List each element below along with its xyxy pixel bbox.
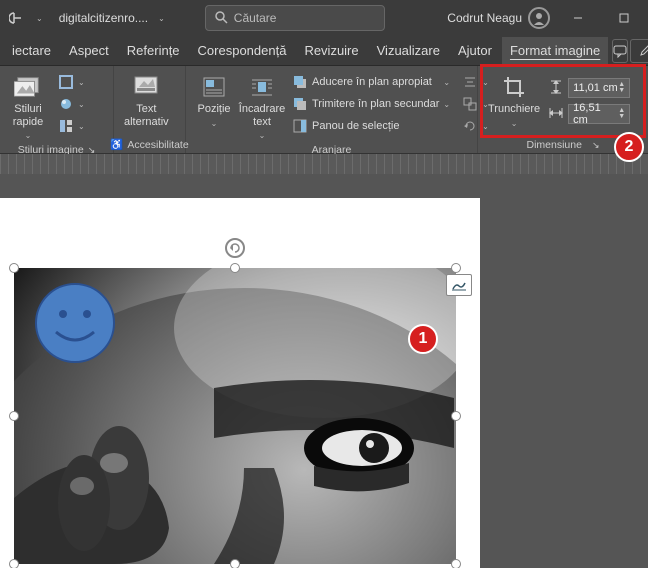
- back-icon[interactable]: [6, 8, 26, 28]
- resize-handle-s[interactable]: [230, 559, 240, 568]
- resize-handle-nw[interactable]: [9, 263, 19, 273]
- tab-corespondenta[interactable]: Corespondență: [190, 37, 295, 64]
- tab-format-imagine[interactable]: Format imagine: [502, 37, 608, 64]
- height-icon: [548, 79, 564, 98]
- wrap-text-button[interactable]: Încadrare text ⌄: [240, 72, 284, 142]
- search-input[interactable]: Căutare: [205, 5, 385, 31]
- dimension-group-label: Dimensiune: [527, 139, 582, 151]
- width-icon: [548, 105, 564, 124]
- spinner-down-icon[interactable]: ▼: [618, 88, 625, 94]
- selection-pane-button[interactable]: Panou de selecție: [288, 116, 454, 136]
- tab-proiectare[interactable]: iectare: [4, 37, 59, 64]
- send-backward-button[interactable]: Trimitere în plan secundar⌄: [288, 94, 454, 114]
- position-icon: [200, 74, 228, 100]
- ribbon: Stiluri rapide ⌄ ⌄ ⌄ ⌄ Stiluri imagine↘ …: [0, 66, 648, 154]
- tab-vizualizare[interactable]: Vizualizare: [369, 37, 448, 64]
- send-backward-icon: [292, 96, 308, 112]
- rotate-icon: [462, 118, 478, 134]
- group-styles: Stiluri rapide ⌄ ⌄ ⌄ ⌄ Stiluri imagine↘: [0, 66, 114, 153]
- rotation-handle[interactable]: [225, 238, 245, 258]
- bring-forward-button[interactable]: Aducere în plan apropiat⌄: [288, 72, 454, 92]
- title-bar: ⌄ digitalcitizenro.... ⌄ Căutare Codrut …: [0, 0, 648, 36]
- picture-styles-icon: [14, 74, 42, 100]
- smiley-shape[interactable]: [34, 282, 116, 364]
- alt-text-icon: [132, 74, 160, 100]
- align-icon: [462, 74, 478, 90]
- resize-handle-ne[interactable]: [451, 263, 461, 273]
- crop-button[interactable]: Trunchiere ⌄: [484, 72, 544, 130]
- document-title[interactable]: digitalcitizenro....: [53, 11, 148, 25]
- search-placeholder: Căutare: [234, 11, 277, 25]
- height-input[interactable]: 11,01 cm▲▼: [568, 78, 630, 98]
- ribbon-tabs: iectare Aspect Referințe Corespondență R…: [0, 36, 648, 66]
- spinner-down-icon[interactable]: ▼: [618, 114, 625, 120]
- resize-handle-w[interactable]: [9, 411, 19, 421]
- tab-ajutor[interactable]: Ajutor: [450, 37, 500, 64]
- page: produsele tehnologice ce ne domină viața…: [0, 198, 480, 568]
- horizontal-ruler[interactable]: [0, 154, 648, 174]
- pencil-icon: [639, 45, 648, 57]
- user-account[interactable]: Codrut Neagu: [447, 7, 550, 29]
- avatar: [528, 7, 550, 29]
- picture-border-button[interactable]: ⌄: [54, 72, 89, 92]
- group-accessibility: Text alternativ ♿Accesibilitate: [114, 66, 186, 153]
- alt-text-button[interactable]: Text alternativ: [120, 72, 173, 130]
- back-chevron: ⌄: [36, 14, 43, 23]
- resize-handle-n[interactable]: [230, 263, 240, 273]
- document-area[interactable]: produsele tehnologice ce ne domină viața…: [0, 174, 648, 568]
- dialog-launcher-icon[interactable]: ↘: [592, 140, 600, 151]
- layout-icon: [58, 118, 74, 134]
- accessibility-group-label: Accesibilitate: [127, 139, 188, 151]
- acc-icon: ♿: [110, 138, 123, 151]
- title-chevron[interactable]: ⌄: [158, 14, 165, 23]
- picture-layout-button[interactable]: ⌄: [54, 116, 89, 136]
- maximize-button[interactable]: [606, 4, 642, 32]
- resize-handle-e[interactable]: [451, 411, 461, 421]
- group-arrange: Poziție ⌄ Încadrare text ⌄ Aducere în pl…: [186, 66, 478, 153]
- layout-options-button[interactable]: [446, 274, 472, 296]
- border-icon: [58, 74, 74, 90]
- annotation-marker-2: 2: [614, 132, 644, 162]
- quick-styles-button[interactable]: Stiluri rapide ⌄: [6, 72, 50, 142]
- user-name: Codrut Neagu: [447, 11, 522, 25]
- bring-forward-icon: [292, 74, 308, 90]
- effects-icon: [58, 96, 74, 112]
- tab-revizuire[interactable]: Revizuire: [296, 37, 366, 64]
- resize-handle-se[interactable]: [451, 559, 461, 568]
- tab-referinte[interactable]: Referințe: [119, 37, 188, 64]
- comments-button[interactable]: [612, 39, 628, 63]
- annotation-marker-1: 1: [408, 324, 438, 354]
- search-icon: [214, 10, 228, 27]
- editing-mode-button[interactable]: Editare ⌄: [630, 39, 648, 63]
- group-icon: [462, 96, 478, 112]
- minimize-button[interactable]: [560, 4, 596, 32]
- picture-effects-button[interactable]: ⌄: [54, 94, 89, 114]
- selected-image[interactable]: [14, 268, 456, 564]
- tab-aspect[interactable]: Aspect: [61, 37, 117, 64]
- selection-pane-icon: [292, 118, 308, 134]
- resize-handle-sw[interactable]: [9, 559, 19, 568]
- crop-icon: [500, 74, 528, 100]
- wrap-icon: [248, 74, 276, 100]
- position-button[interactable]: Poziție ⌄: [192, 72, 236, 130]
- width-input[interactable]: 16,51 cm▲▼: [568, 104, 630, 124]
